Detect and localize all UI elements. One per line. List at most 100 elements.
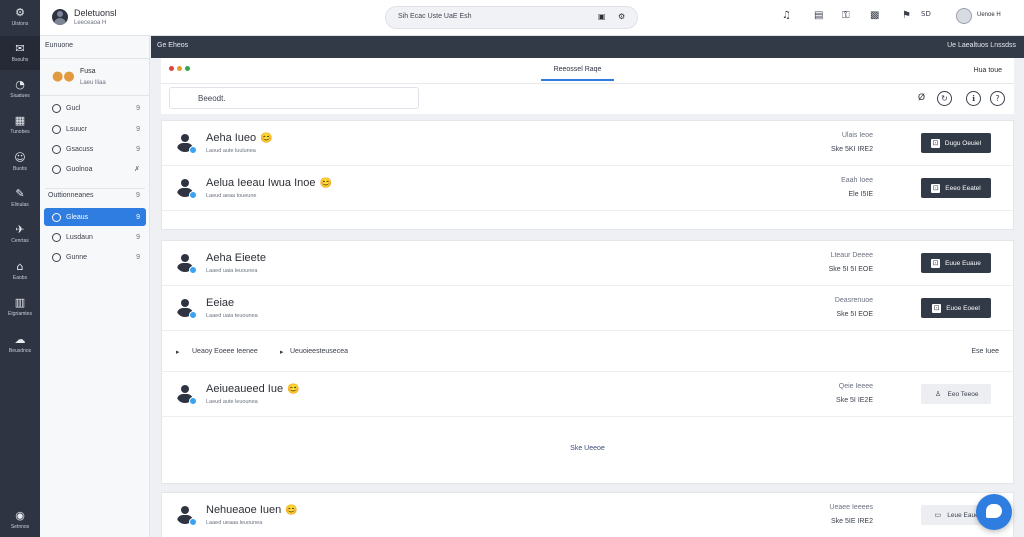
contact-name: Eeiae xyxy=(206,297,238,309)
row-meta-primary: Qeie Ieeee xyxy=(838,383,873,390)
contact-name-text: Eeiae xyxy=(206,297,235,309)
user-avatar[interactable] xyxy=(52,9,68,25)
rail-label: Etgriamtes xyxy=(8,310,32,317)
status-badge xyxy=(189,191,197,199)
contact-name: Nehueaoe Iuen 😊 xyxy=(206,504,298,516)
group-header[interactable]: ▸ Ueaoy Eoeee Ieenee ▸ Ueuoieesteusecea … xyxy=(162,332,1013,372)
global-search-placeholder: Sih Ecac Uste UaE Esh xyxy=(398,13,472,20)
filter-icon[interactable]: Ø xyxy=(918,92,925,102)
group-text: Ueaoy Eoeee Ieenee xyxy=(192,348,258,355)
row-action-button[interactable]: ⊡ Dugu Oeuiel xyxy=(921,133,991,153)
list-row[interactable]: Eeiae Laaed uaia teuounea Deasrenuoe Ske 5I… xyxy=(162,286,1013,331)
sidebar-section-count: 9 xyxy=(136,192,140,199)
sidebar-item-items_top-0[interactable]: Gucl 9 xyxy=(44,99,146,117)
sidebar-profile[interactable]: ●● Fusa Laeu lliaa xyxy=(40,58,150,96)
sidebar-item-count: 9 xyxy=(136,253,140,261)
content-header-bar: Ge Eheos Ue Laealtuos Lnssdss xyxy=(151,36,1024,58)
sidebar-item-label: Gunne xyxy=(66,253,88,261)
contact-subtitle: Laaed ueaaa leuounea xyxy=(206,520,263,526)
help-icon[interactable]: ? xyxy=(990,91,1005,106)
sidebar-item-items_bottom-0[interactable]: Gleaus 9 xyxy=(44,208,146,226)
item-icon xyxy=(52,232,61,242)
row-action-button[interactable]: ⊡ Euoe Eoeel xyxy=(921,298,991,318)
tab-active[interactable]: Reeossel Raqe xyxy=(541,66,614,81)
group-caret-icon: ▸ xyxy=(176,349,180,356)
info-icon[interactable]: ℹ xyxy=(966,91,981,106)
sidebar-item-items_top-3[interactable]: Guolnoa ✗ xyxy=(44,160,146,178)
group-right[interactable]: Ese Iuee xyxy=(971,348,999,355)
rail-item-settings[interactable]: ◉ Setnnos xyxy=(0,503,40,537)
sidebar-item-label: Lusdaun xyxy=(66,233,93,241)
row-meta-secondary: Ske 5I EOE xyxy=(836,311,873,318)
rail-item-6[interactable]: ✈ Cenrtas xyxy=(0,217,40,251)
list-row[interactable]: Nehueaoe Iuen 😊 Laaed ueaaa leuounea Ueaee … xyxy=(162,493,1013,537)
calendar-icon[interactable]: ▤ xyxy=(814,10,823,21)
profile-name[interactable]: Uenoe H xyxy=(977,12,1001,18)
sidebar-item-items_bottom-2[interactable]: Gunne 9 xyxy=(44,248,146,266)
sidebar-item-items_top-1[interactable]: Lsuucr 9 xyxy=(44,120,146,138)
rail-item-3[interactable]: ▦ Tunobes xyxy=(0,108,40,142)
rail-item-0[interactable]: ⚙ Ulstons xyxy=(0,0,40,34)
settings-icon[interactable]: ⚙ xyxy=(618,12,625,21)
rail-icon: ✎ xyxy=(15,186,25,200)
row-action-button[interactable]: ♙ Eeo Teeoe xyxy=(921,384,991,404)
contact-name-text: Aeha Iueo xyxy=(206,132,257,144)
subbar-right-link[interactable]: Hua toue xyxy=(974,67,1002,74)
button-icon: ⊡ xyxy=(930,138,940,148)
row-meta-primary: Lteaur Deeee xyxy=(830,252,873,259)
rail-icon: ✈ xyxy=(15,222,25,236)
bell-icon[interactable]: ♫ xyxy=(782,10,791,21)
language-icon[interactable]: SD xyxy=(921,10,931,18)
list-row[interactable]: Aeha Eieete Laaed uaia leuounea Lteaur Dee… xyxy=(162,241,1013,286)
rail-item-9[interactable]: ☁ Beusdnos xyxy=(0,327,40,361)
show-more-link[interactable]: Ske Ueeoe xyxy=(162,445,1013,452)
flag-icon[interactable]: ⚑ xyxy=(902,10,911,21)
status-red-dot xyxy=(169,66,174,71)
content-header-title: Ge Eheos xyxy=(157,42,189,49)
row-meta-primary: Ulais Ieoe xyxy=(841,132,873,139)
rail-item-5[interactable]: ✎ Elinulas xyxy=(0,181,40,215)
contact-name-text: Nehueaoe Iuen xyxy=(206,504,282,516)
row-meta-primary: Eaah Ioee xyxy=(841,177,873,184)
media-icon[interactable]: ▩ xyxy=(870,10,879,21)
search-input[interactable] xyxy=(169,87,419,109)
app-rail: ⚙ Ulstons ✉ Bsouhs ◔ Siuatues ▦ Tunobes ☺ Buotis ✎… xyxy=(0,0,40,537)
item-icon xyxy=(52,144,61,154)
rail-item-1[interactable]: ✉ Bsouhs xyxy=(0,36,40,70)
row-action-button[interactable]: ⊡ Euue Euaue xyxy=(921,253,991,273)
refresh-icon[interactable]: ↻ xyxy=(937,91,952,106)
user-name: Deletuonsl xyxy=(74,8,117,18)
button-icon: ▭ xyxy=(934,512,942,519)
rail-item-8[interactable]: ▥ Etgriamtes xyxy=(0,290,40,324)
status-green-dot xyxy=(185,66,190,71)
rail-item-2[interactable]: ◔ Siuatues xyxy=(0,72,40,106)
rail-label: Bsouhs xyxy=(11,56,29,63)
sidebar-item-items_bottom-1[interactable]: Lusdaun 9 xyxy=(44,228,146,246)
profile-avatar[interactable] xyxy=(956,8,972,24)
rail-label: Elinulas xyxy=(11,201,29,208)
lock-icon[interactable]: ⚿ xyxy=(842,10,850,21)
row-action-label: Eeo Teeoe xyxy=(947,390,979,398)
rail-icon: ▦ xyxy=(14,113,26,127)
rail-label: Setnnos xyxy=(10,523,30,530)
sidebar-header: Eunuone xyxy=(45,42,74,49)
row-action-button[interactable]: ⊡ Eeeo Eeatel xyxy=(921,178,991,198)
row-meta-primary: Ueaee Ieeees xyxy=(829,504,873,511)
rail-item-4[interactable]: ☺ Buotis xyxy=(0,145,40,179)
row-action-label: Eeeo Eeatel xyxy=(945,184,981,192)
chat-fab-button[interactable] xyxy=(976,494,1012,530)
emoji-icon: 😊 xyxy=(319,178,332,189)
list-row[interactable]: Aeiueaueed Iue 😊 Laeud aute leuounea Qeie I… xyxy=(162,372,1013,417)
rail-label: Siuatues xyxy=(10,92,30,99)
emoji-icon: 😊 xyxy=(287,384,300,395)
global-search[interactable]: Sih Ecac Uste UaE Esh ▣ ⚙ xyxy=(385,6,638,29)
list-row[interactable]: Aeha Iueo 😊 Laoud aute luulunea Ulais Ieoe S… xyxy=(162,121,1013,166)
sidebar-item-items_top-2[interactable]: Gsacuss 9 xyxy=(44,140,146,158)
content-header-actions[interactable]: Ue Laealtuos Lnssdss xyxy=(947,42,1016,49)
camera-icon[interactable]: ▣ xyxy=(598,12,606,21)
button-icon: ♙ xyxy=(934,391,942,398)
user-subtitle: Leeceaoa H xyxy=(74,20,107,26)
status-orange-dot xyxy=(177,66,182,71)
list-row[interactable]: Aelua Ieeau Iwua Inoe 😊 Laeud aeaa toueune… xyxy=(162,166,1013,211)
rail-item-7[interactable]: ⌂ Eaobs xyxy=(0,254,40,288)
